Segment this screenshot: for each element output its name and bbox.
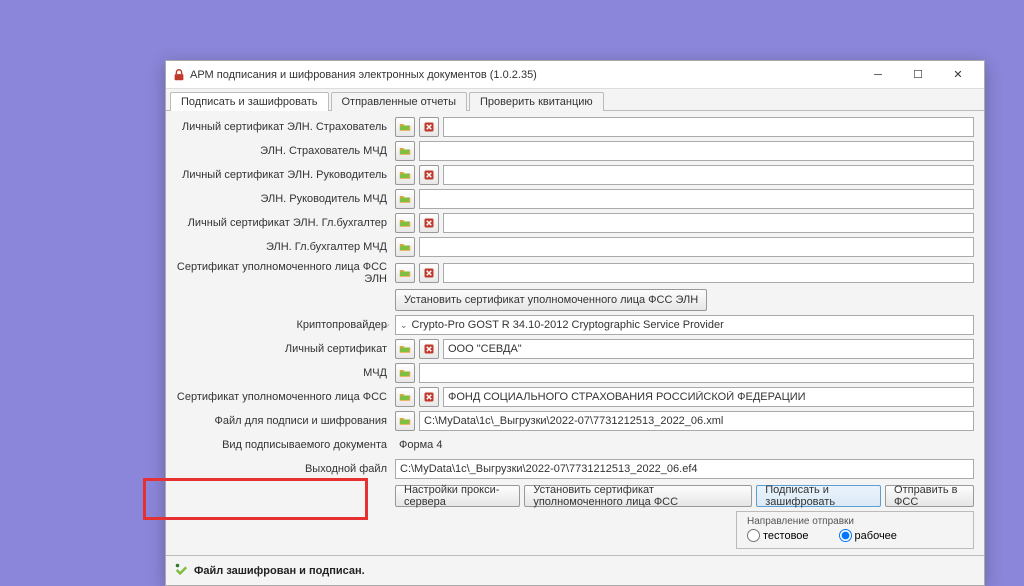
label-cryptoprovider: Криптопровайдер bbox=[176, 319, 391, 331]
radio-work[interactable]: рабочее bbox=[839, 529, 897, 542]
eln-head-mchd-field[interactable] bbox=[419, 189, 974, 209]
maximize-button[interactable]: ☐ bbox=[898, 61, 938, 89]
mchd-field[interactable] bbox=[419, 363, 974, 383]
install-cert-fss-button[interactable]: Установить сертификат уполномоченного ли… bbox=[524, 485, 752, 507]
cert-eln-insurer-field[interactable] bbox=[443, 117, 974, 137]
tab-strip: Подписать и зашифровать Отправленные отч… bbox=[166, 89, 984, 111]
cert-auth-fss-eln-field[interactable] bbox=[443, 263, 974, 283]
minimize-button[interactable]: ─ bbox=[858, 61, 898, 89]
label-cert-eln-insurer: Личный сертификат ЭЛН. Страхователь bbox=[176, 121, 391, 133]
success-icon bbox=[174, 562, 188, 579]
clear-icon[interactable] bbox=[419, 339, 439, 359]
close-button[interactable]: ✕ bbox=[938, 61, 978, 89]
clear-icon[interactable] bbox=[419, 165, 439, 185]
sign-encrypt-button[interactable]: Подписать и зашифровать bbox=[756, 485, 881, 507]
cryptoprovider-value: Crypto-Pro GOST R 34.10-2012 Cryptograph… bbox=[412, 319, 724, 331]
tab-check-receipt[interactable]: Проверить квитанцию bbox=[469, 92, 604, 111]
radio-test[interactable]: тестовое bbox=[747, 529, 809, 542]
open-icon[interactable] bbox=[395, 411, 415, 431]
open-icon[interactable] bbox=[395, 117, 415, 137]
eln-insurer-mchd-field[interactable] bbox=[419, 141, 974, 161]
label-cert-auth-fss-eln: Сертификат уполномоченного лица ФСС ЭЛН bbox=[176, 261, 391, 285]
form-area: Личный сертификат ЭЛН. Страхователь ЭЛН.… bbox=[166, 111, 984, 555]
open-icon[interactable] bbox=[395, 339, 415, 359]
open-icon[interactable] bbox=[395, 363, 415, 383]
status-text: Файл зашифрован и подписан. bbox=[194, 565, 365, 577]
open-icon[interactable] bbox=[395, 263, 415, 283]
open-icon[interactable] bbox=[395, 189, 415, 209]
label-eln-head-mchd: ЭЛН. Руководитель МЧД bbox=[176, 193, 391, 205]
cert-eln-accountant-field[interactable] bbox=[443, 213, 974, 233]
window-title: АРМ подписания и шифрования электронных … bbox=[186, 69, 858, 81]
label-cert-eln-accountant: Личный сертификат ЭЛН. Гл.бухгалтер bbox=[176, 217, 391, 229]
open-icon[interactable] bbox=[395, 141, 415, 161]
label-doc-type: Вид подписываемого документа bbox=[176, 439, 391, 451]
output-file-field[interactable] bbox=[395, 459, 974, 479]
app-window: АРМ подписания и шифрования электронных … bbox=[165, 60, 985, 586]
label-output-file: Выходной файл bbox=[176, 463, 391, 475]
doc-type-value bbox=[395, 435, 974, 455]
label-file-for-sign: Файл для подписи и шифрования bbox=[176, 415, 391, 427]
clear-icon[interactable] bbox=[419, 117, 439, 137]
label-eln-insurer-mchd: ЭЛН. Страхователь МЧД bbox=[176, 145, 391, 157]
label-eln-accountant-mchd: ЭЛН. Гл.бухгалтер МЧД bbox=[176, 241, 391, 253]
clear-icon[interactable] bbox=[419, 263, 439, 283]
clear-icon[interactable] bbox=[419, 387, 439, 407]
cryptoprovider-dropdown[interactable]: ⌄Crypto-Pro GOST R 34.10-2012 Cryptograp… bbox=[395, 315, 974, 335]
radio-group-title: Направление отправки bbox=[747, 516, 963, 527]
lock-icon bbox=[172, 68, 186, 82]
file-for-sign-field[interactable] bbox=[419, 411, 974, 431]
label-mchd: МЧД bbox=[176, 367, 391, 379]
personal-cert-field[interactable] bbox=[443, 339, 974, 359]
cert-eln-head-field[interactable] bbox=[443, 165, 974, 185]
clear-icon[interactable] bbox=[419, 213, 439, 233]
tab-sent-reports[interactable]: Отправленные отчеты bbox=[331, 92, 468, 111]
cert-auth-fss-field[interactable] bbox=[443, 387, 974, 407]
label-personal-cert: Личный сертификат bbox=[176, 343, 391, 355]
open-icon[interactable] bbox=[395, 213, 415, 233]
send-direction-group: Направление отправки тестовое рабочее bbox=[736, 511, 974, 549]
open-icon[interactable] bbox=[395, 387, 415, 407]
status-bar: Файл зашифрован и подписан. bbox=[166, 555, 984, 585]
label-cert-auth-fss: Сертификат уполномоченного лица ФСС bbox=[176, 391, 391, 403]
proxy-settings-button[interactable]: Настройки прокси-сервера bbox=[395, 485, 520, 507]
install-cert-eln-button[interactable]: Установить сертификат уполномоченного ли… bbox=[395, 289, 707, 311]
open-icon[interactable] bbox=[395, 237, 415, 257]
title-bar: АРМ подписания и шифрования электронных … bbox=[166, 61, 984, 89]
send-to-fss-button[interactable]: Отправить в ФСС bbox=[885, 485, 974, 507]
label-cert-eln-head: Личный сертификат ЭЛН. Руководитель bbox=[176, 169, 391, 181]
eln-accountant-mchd-field[interactable] bbox=[419, 237, 974, 257]
tab-sign-encrypt[interactable]: Подписать и зашифровать bbox=[170, 92, 329, 111]
radio-work-label: рабочее bbox=[855, 530, 897, 542]
open-icon[interactable] bbox=[395, 165, 415, 185]
radio-test-label: тестовое bbox=[763, 530, 809, 542]
